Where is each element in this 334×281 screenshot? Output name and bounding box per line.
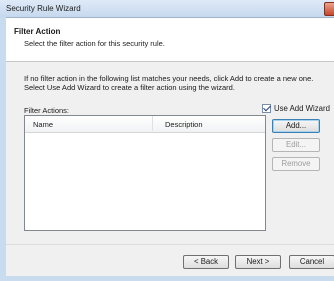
remove-button[interactable]: Remove	[272, 157, 320, 171]
instructions-line-1: If no filter action in the following lis…	[24, 74, 314, 83]
close-button[interactable]	[324, 2, 334, 16]
edit-button[interactable]: Edit...	[272, 138, 320, 152]
footer-divider	[6, 244, 334, 245]
title-bar: Security Rule Wizard	[0, 0, 334, 17]
wizard-page: Filter Action Select the filter action f…	[6, 17, 334, 276]
instructions-text: If no filter action in the following lis…	[24, 74, 334, 92]
column-header-name[interactable]: Name	[33, 120, 53, 129]
checkbox-box[interactable]	[262, 103, 271, 113]
wizard-window: Security Rule Wizard Filter Action Selec…	[0, 0, 334, 281]
instructions-line-2: Select Use Add Wizard to create a filter…	[24, 83, 235, 92]
cancel-button[interactable]: Cancel	[289, 255, 334, 269]
add-button[interactable]: Add...	[272, 119, 320, 133]
use-add-wizard-label: Use Add Wizard	[274, 104, 330, 113]
next-button[interactable]: Next >	[235, 255, 281, 269]
list-column-header: Name Description	[25, 116, 265, 133]
filter-actions-label: Filter Actions:	[24, 106, 70, 115]
page-title: Filter Action	[14, 27, 61, 36]
use-add-wizard-checkbox[interactable]: Use Add Wizard	[262, 103, 330, 113]
wizard-header: Filter Action Select the filter action f…	[6, 18, 334, 62]
column-separator[interactable]	[152, 116, 153, 131]
window-title: Security Rule Wizard	[6, 4, 81, 13]
filter-actions-list[interactable]: Name Description	[24, 115, 266, 231]
page-subtitle: Select the filter action for this securi…	[24, 39, 165, 48]
column-header-description[interactable]: Description	[165, 120, 203, 129]
back-button[interactable]: < Back	[183, 255, 229, 269]
check-icon	[263, 103, 271, 112]
